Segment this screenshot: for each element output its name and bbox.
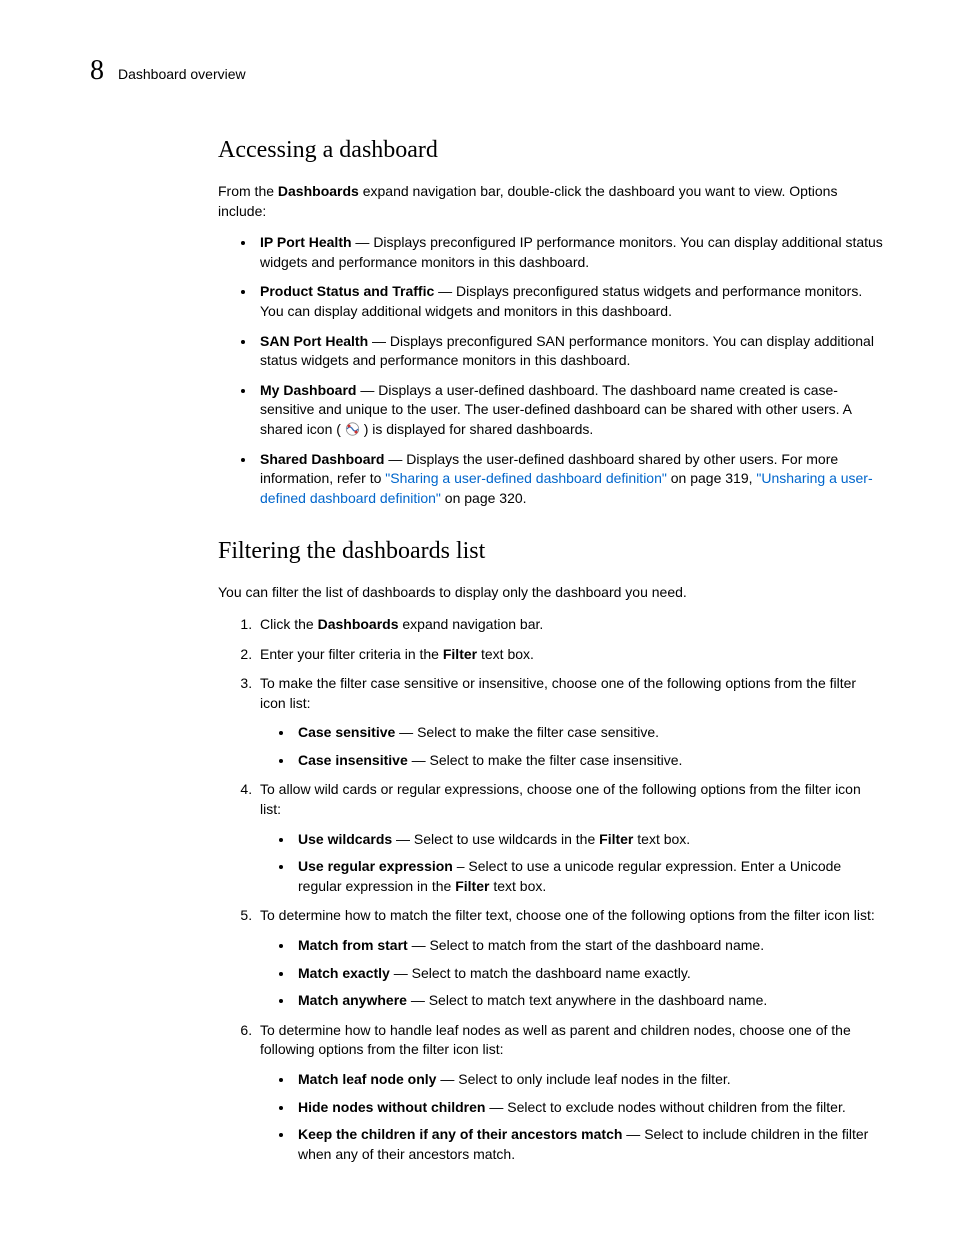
bold: Filter (455, 878, 489, 894)
option-name: SAN Port Health (260, 333, 368, 349)
sub-list: Match from start — Select to match from … (260, 936, 884, 1011)
text: — Select to match from the start of the … (408, 937, 764, 953)
bold: Match from start (298, 937, 408, 953)
page-number: 8 (90, 55, 104, 87)
text: Click the (260, 616, 318, 632)
sub-list: Use wildcards — Select to use wildcards … (260, 830, 884, 897)
bold: Match leaf node only (298, 1071, 436, 1087)
text: To determine how to handle leaf nodes as… (260, 1022, 851, 1058)
step-item: To make the filter case sensitive or ins… (256, 674, 884, 770)
option-name: My Dashboard (260, 382, 356, 398)
list-item: SAN Port Health — Displays preconfigured… (256, 332, 884, 371)
bold: Dashboards (318, 616, 399, 632)
option-name: Product Status and Traffic (260, 283, 434, 299)
text: — Select to exclude nodes without childr… (485, 1099, 845, 1115)
text: To make the filter case sensitive or ins… (260, 675, 856, 711)
heading-accessing: Accessing a dashboard (218, 137, 884, 164)
bold: Filter (599, 831, 633, 847)
shared-icon (345, 422, 360, 436)
text: Enter your filter criteria in the (260, 646, 443, 662)
steps-list: Click the Dashboards expand navigation b… (218, 615, 884, 1164)
sub-item: Match from start — Select to match from … (294, 936, 884, 956)
step-item: To determine how to match the filter tex… (256, 906, 884, 1010)
text: — Select to use wildcards in the (392, 831, 599, 847)
list-item: Product Status and Traffic — Displays pr… (256, 282, 884, 321)
list-item: IP Port Health — Displays preconfigured … (256, 233, 884, 272)
text: on page 319, (667, 470, 757, 486)
intro-paragraph-1: From the Dashboards expand navigation ba… (218, 182, 884, 221)
sub-item: Hide nodes without children — Select to … (294, 1098, 884, 1118)
heading-filtering: Filtering the dashboards list (218, 538, 884, 565)
sub-item: Match leaf node only — Select to only in… (294, 1070, 884, 1090)
text: — Select to make the filter case insensi… (408, 752, 683, 768)
bold: Case sensitive (298, 724, 395, 740)
sub-item: Use regular expression – Select to use a… (294, 857, 884, 896)
step-item: Click the Dashboards expand navigation b… (256, 615, 884, 635)
sub-list: Case sensitive — Select to make the filt… (260, 723, 884, 770)
page-header-title: Dashboard overview (118, 66, 246, 82)
bold: Match exactly (298, 965, 390, 981)
bold: Filter (443, 646, 477, 662)
page-header: 8 Dashboard overview (90, 55, 884, 87)
text: expand navigation bar. (399, 616, 544, 632)
text: text box. (489, 878, 546, 894)
text: — Select to match the dashboard name exa… (390, 965, 691, 981)
intro-paragraph-2: You can filter the list of dashboards to… (218, 583, 884, 603)
option-name: Shared Dashboard (260, 451, 384, 467)
step-item: Enter your filter criteria in the Filter… (256, 645, 884, 665)
text: To determine how to match the filter tex… (260, 907, 875, 923)
list-item: Shared Dashboard — Displays the user-def… (256, 450, 884, 509)
bold: Use regular expression (298, 858, 453, 874)
bold: Case insensitive (298, 752, 408, 768)
sub-item: Case sensitive — Select to make the filt… (294, 723, 884, 743)
bold-dashboards: Dashboards (278, 183, 359, 199)
sub-item: Match anywhere — Select to match text an… (294, 991, 884, 1011)
step-item: To determine how to handle leaf nodes as… (256, 1021, 884, 1165)
text: — Select to make the filter case sensiti… (395, 724, 659, 740)
sub-item: Use wildcards — Select to use wildcards … (294, 830, 884, 850)
options-list: IP Port Health — Displays preconfigured … (218, 233, 884, 508)
option-name: IP Port Health (260, 234, 352, 250)
sub-item: Match exactly — Select to match the dash… (294, 964, 884, 984)
step-item: To allow wild cards or regular expressio… (256, 780, 884, 896)
bold: Keep the children if any of their ancest… (298, 1126, 622, 1142)
text: From the (218, 183, 278, 199)
text: text box. (477, 646, 534, 662)
page: 8 Dashboard overview Accessing a dashboa… (0, 0, 954, 1248)
bold: Use wildcards (298, 831, 392, 847)
option-desc-b: ) is displayed for shared dashboards. (360, 421, 593, 437)
sub-item: Keep the children if any of their ancest… (294, 1125, 884, 1164)
text: To allow wild cards or regular expressio… (260, 781, 861, 817)
sub-list: Match leaf node only — Select to only in… (260, 1070, 884, 1164)
list-item: My Dashboard — Displays a user-defined d… (256, 381, 884, 440)
text: text box. (633, 831, 690, 847)
text: — Select to match text anywhere in the d… (407, 992, 767, 1008)
option-desc-b: on page 320. (441, 490, 527, 506)
link-sharing[interactable]: "Sharing a user-defined dashboard defini… (385, 470, 667, 486)
bold: Hide nodes without children (298, 1099, 485, 1115)
content-column: Accessing a dashboard From the Dashboard… (218, 137, 884, 1164)
text: — Select to only include leaf nodes in t… (436, 1071, 730, 1087)
sub-item: Case insensitive — Select to make the fi… (294, 751, 884, 771)
bold: Match anywhere (298, 992, 407, 1008)
option-desc: — Displays preconfigured IP performance … (260, 234, 883, 270)
